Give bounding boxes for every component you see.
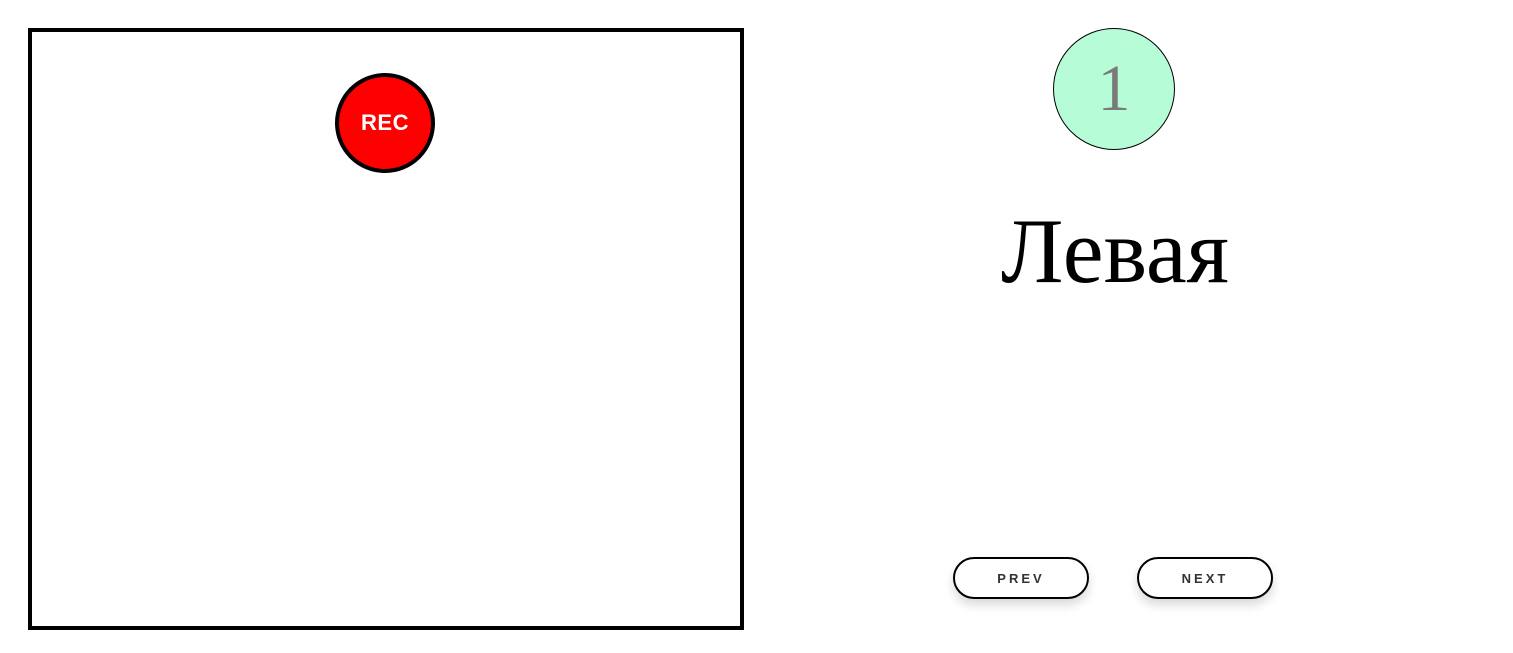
- next-button[interactable]: NEXT: [1137, 557, 1273, 599]
- record-button[interactable]: REC: [335, 73, 435, 173]
- step-number: 1: [1097, 52, 1131, 125]
- card-word: Левая: [1001, 200, 1229, 302]
- prev-button[interactable]: PREV: [953, 557, 1089, 599]
- next-button-label: NEXT: [1181, 570, 1229, 586]
- step-number-badge: 1: [1053, 28, 1175, 150]
- record-button-label: REC: [361, 110, 409, 135]
- prev-button-label: PREV: [997, 570, 1045, 586]
